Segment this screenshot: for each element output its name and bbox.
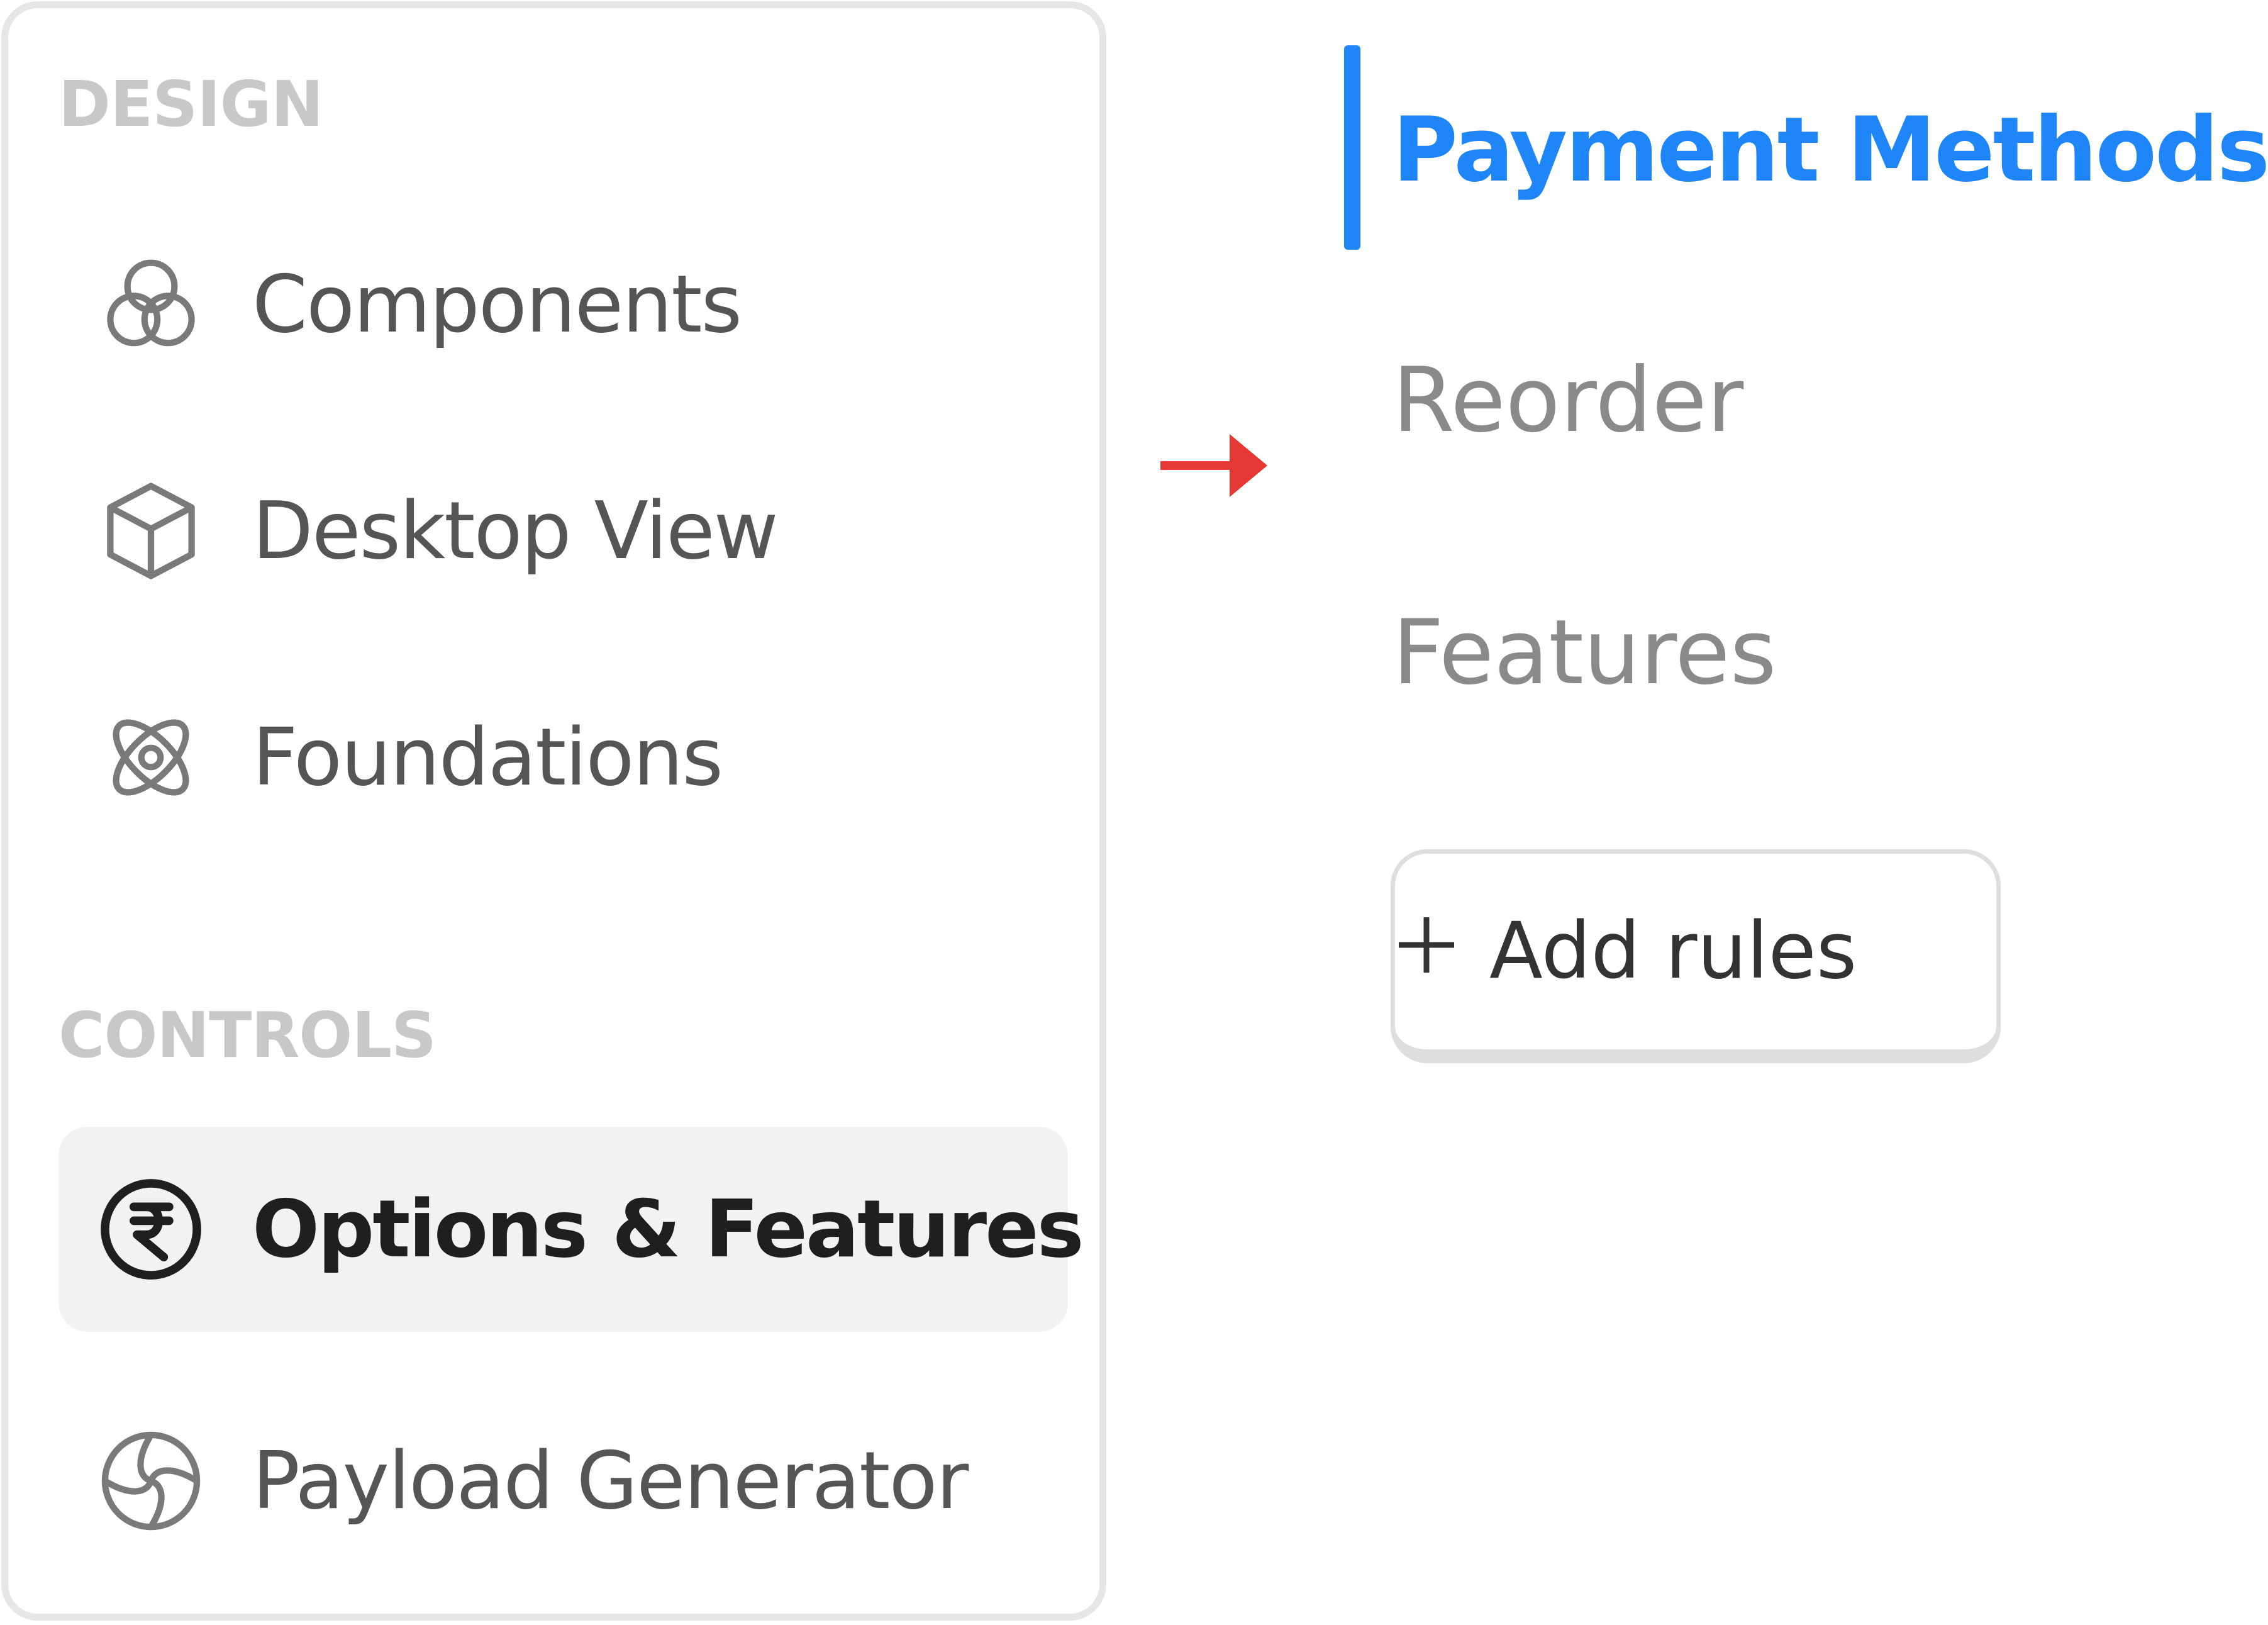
atom-icon xyxy=(97,704,204,811)
circles-icon xyxy=(97,251,204,358)
sidebar-item-components[interactable]: Components xyxy=(58,202,1068,407)
active-tab-indicator xyxy=(1344,45,1360,250)
sidebar-item-label: Desktop View xyxy=(252,484,779,577)
right-arrow-icon xyxy=(1160,434,1267,497)
plus-icon xyxy=(1399,917,1454,973)
cube-icon xyxy=(97,477,204,584)
tab-payment-methods[interactable]: Payment Methods xyxy=(1392,106,2268,195)
sidebar-item-desktop-view[interactable]: Desktop View xyxy=(58,428,1068,634)
section-label-design: DESIGN xyxy=(58,67,323,141)
sidebar-item-label: Options & Features xyxy=(252,1183,1084,1275)
sidebar-item-foundations[interactable]: Foundations xyxy=(58,655,1068,860)
sidebar-item-label: Foundations xyxy=(252,711,723,803)
sidebar-item-options-features[interactable]: Options & Features xyxy=(58,1127,1084,1332)
section-label-controls: CONTROLS xyxy=(58,998,436,1072)
add-rules-label: Add rules xyxy=(1489,906,1857,997)
aperture-icon xyxy=(97,1427,204,1534)
tab-reorder[interactable]: Reorder xyxy=(1392,356,1743,445)
tab-features[interactable]: Features xyxy=(1392,608,1777,698)
add-rules-button[interactable]: Add rules xyxy=(1391,849,2001,1063)
sidebar-item-label: Payload Generator xyxy=(252,1434,969,1527)
sidebar-item-payload-generator[interactable]: Payload Generator xyxy=(58,1378,1068,1583)
sidebar-item-label: Components xyxy=(252,258,742,350)
sidebar-panel: DESIGN Components Desktop View Foundatio… xyxy=(1,1,1106,1621)
rupee-icon xyxy=(97,1176,204,1283)
